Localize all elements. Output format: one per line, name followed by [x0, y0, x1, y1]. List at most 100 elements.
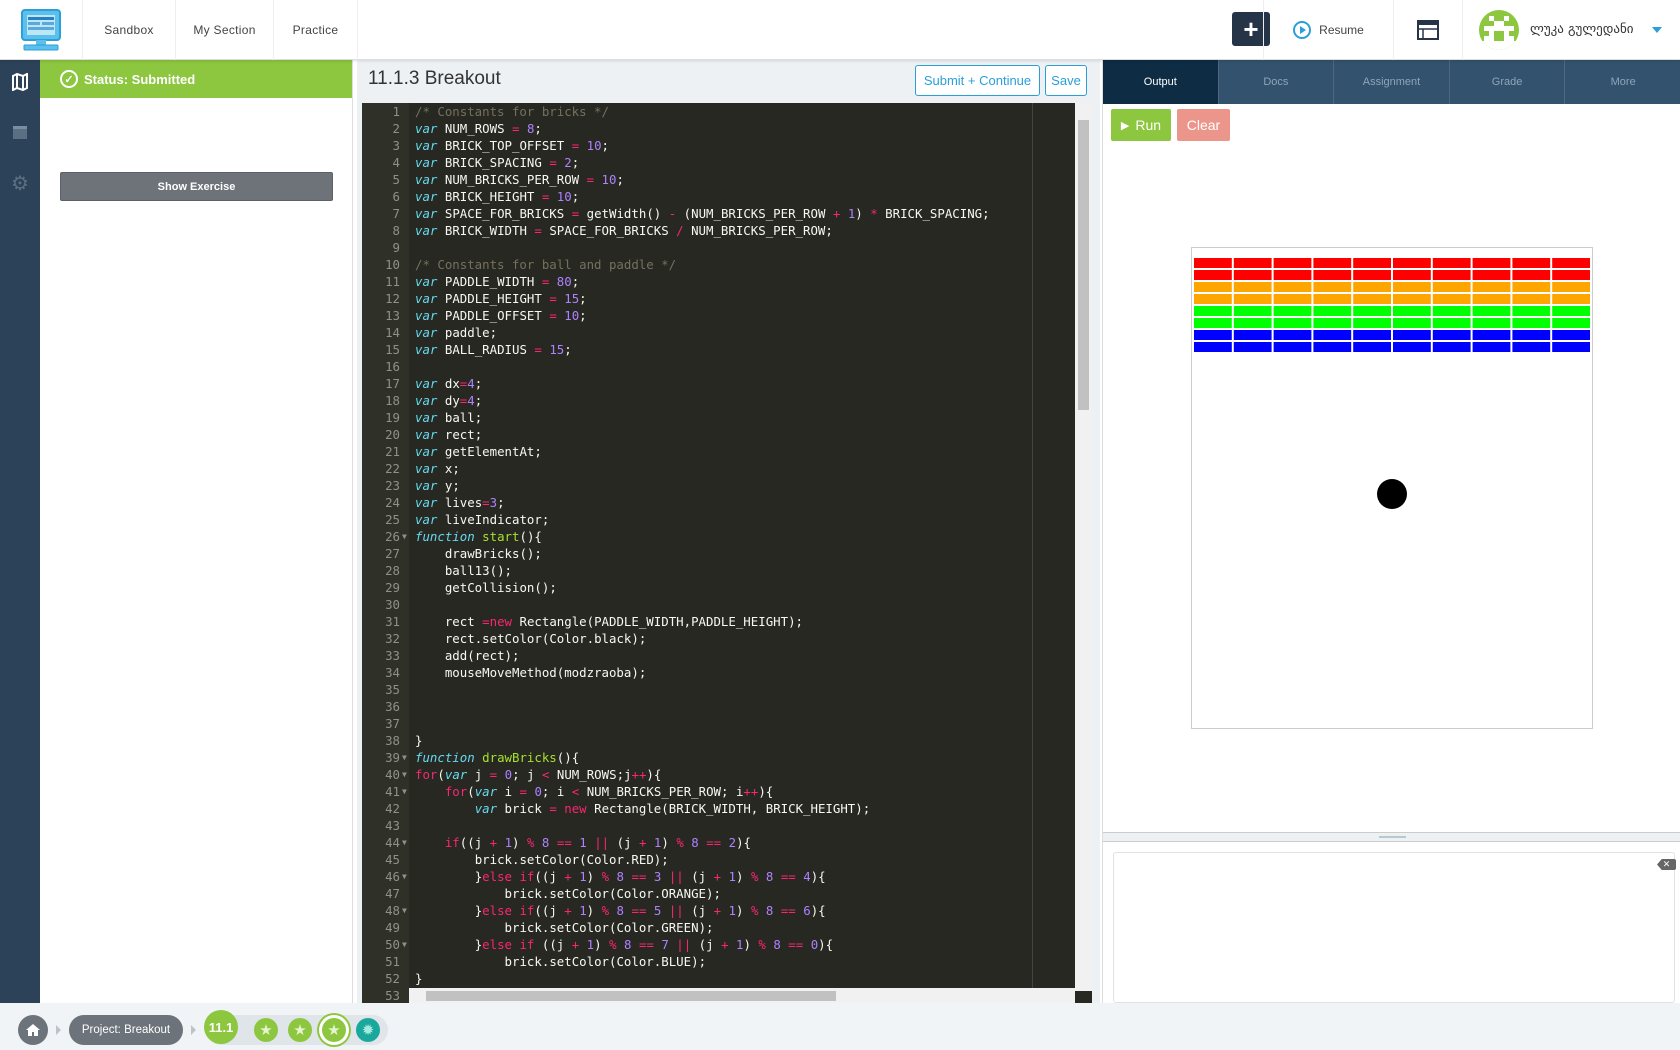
- codehs-logo[interactable]: [18, 8, 64, 52]
- code-line[interactable]: 24 var lives=3;: [362, 494, 1092, 511]
- resize-handle[interactable]: [1103, 832, 1680, 842]
- code-line[interactable]: 34 mouseMoveMethod(modzraoba);: [362, 664, 1092, 681]
- code-line[interactable]: 11 var PADDLE_WIDTH = 80;: [362, 273, 1092, 290]
- resume-button[interactable]: Resume: [1263, 0, 1393, 60]
- badge-icon[interactable]: ✹: [356, 1018, 380, 1042]
- code-line[interactable]: 21 var getElementAt;: [362, 443, 1092, 460]
- code-line[interactable]: 26 ▼ function start(){: [362, 528, 1092, 545]
- code-line[interactable]: 44 ▼ if((j + 1) % 8 == 1 || (j + 1) % 8 =…: [362, 834, 1092, 851]
- nav-my-section[interactable]: My Section: [175, 0, 273, 60]
- code-line[interactable]: 42 var brick = new Rectangle(BRICK_WIDTH…: [362, 800, 1092, 817]
- calendar-icon[interactable]: [10, 122, 30, 142]
- code-line[interactable]: 35: [362, 681, 1092, 698]
- code-line[interactable]: 45 brick.setColor(Color.RED);: [362, 851, 1092, 868]
- code-line[interactable]: 25 var liveIndicator;: [362, 511, 1092, 528]
- code-line[interactable]: 40 ▼ for(var j = 0; j < NUM_ROWS;j++){: [362, 766, 1092, 783]
- submit-continue-button[interactable]: Submit + Continue: [915, 65, 1040, 96]
- window-layout-button[interactable]: [1393, 0, 1463, 60]
- save-button[interactable]: Save: [1045, 65, 1087, 96]
- gear-icon[interactable]: ⚙: [10, 173, 30, 195]
- brick: [1194, 270, 1232, 280]
- avatar[interactable]: [1479, 10, 1519, 50]
- user-name[interactable]: ლუკა გულედანი: [1530, 22, 1634, 37]
- code-line[interactable]: 16: [362, 358, 1092, 375]
- tab-docs[interactable]: Docs: [1219, 60, 1335, 104]
- code-line[interactable]: 2 var NUM_ROWS = 8;: [362, 120, 1092, 137]
- code-line[interactable]: 5 var NUM_BRICKS_PER_ROW = 10;: [362, 171, 1092, 188]
- code-line[interactable]: 14 var paddle;: [362, 324, 1092, 341]
- code-line[interactable]: 33 add(rect);: [362, 647, 1092, 664]
- code-line[interactable]: 19 var ball;: [362, 409, 1092, 426]
- scrollbar-thumb[interactable]: [426, 991, 836, 1001]
- fold-arrow-icon[interactable]: ▼: [402, 766, 407, 783]
- code-line[interactable]: 47 brick.setColor(Color.ORANGE);: [362, 885, 1092, 902]
- code-line[interactable]: 9: [362, 239, 1092, 256]
- code-line[interactable]: 36: [362, 698, 1092, 715]
- code-line[interactable]: 43: [362, 817, 1092, 834]
- code-line[interactable]: 7 var SPACE_FOR_BRICKS = getWidth() - (NU…: [362, 205, 1092, 222]
- code-line[interactable]: 3 var BRICK_TOP_OFFSET = 10;: [362, 137, 1092, 154]
- code-line[interactable]: 39 ▼ function drawBricks(){: [362, 749, 1092, 766]
- scrollbar-thumb[interactable]: [1078, 120, 1089, 410]
- code-line[interactable]: 17 var dx=4;: [362, 375, 1092, 392]
- code-line[interactable]: 38}: [362, 732, 1092, 749]
- code-line[interactable]: 31 rect =new Rectangle(PADDLE_WIDTH,PADD…: [362, 613, 1092, 630]
- code-line[interactable]: 46 ▼ }else if((j + 1) % 8 == 3 || (j + 1)…: [362, 868, 1092, 885]
- code-line[interactable]: 51 brick.setColor(Color.BLUE);: [362, 953, 1092, 970]
- fold-arrow-icon[interactable]: ▼: [402, 902, 407, 919]
- code-line[interactable]: 52}: [362, 970, 1092, 987]
- clear-button[interactable]: Clear: [1177, 109, 1230, 141]
- tab-assignment[interactable]: Assignment: [1334, 60, 1450, 104]
- star-icon[interactable]: ★: [254, 1018, 278, 1042]
- code-line[interactable]: 1 /* Constants for bricks */: [362, 103, 1092, 120]
- map-icon[interactable]: [10, 72, 30, 92]
- vertical-scrollbar[interactable]: [1075, 103, 1092, 991]
- code-line[interactable]: 37: [362, 715, 1092, 732]
- tab-more[interactable]: More: [1565, 60, 1680, 104]
- code-line[interactable]: 4 var BRICK_SPACING = 2;: [362, 154, 1092, 171]
- code-line[interactable]: 23 var y;: [362, 477, 1092, 494]
- code-line[interactable]: 6 var BRICK_HEIGHT = 10;: [362, 188, 1092, 205]
- fold-arrow-icon[interactable]: ▼: [402, 868, 407, 885]
- code-line[interactable]: 48 ▼ }else if((j + 1) % 8 == 5 || (j + 1)…: [362, 902, 1092, 919]
- fold-arrow-icon[interactable]: ▼: [402, 936, 407, 953]
- code-line[interactable]: 13 var PADDLE_OFFSET = 10;: [362, 307, 1092, 324]
- unit-badge[interactable]: 11.1: [204, 1010, 238, 1044]
- code-line[interactable]: 30: [362, 596, 1092, 613]
- code-line[interactable]: 15 var BALL_RADIUS = 15;: [362, 341, 1092, 358]
- star-icon-current[interactable]: ★: [322, 1018, 346, 1042]
- code-line[interactable]: 28 ball13();: [362, 562, 1092, 579]
- code-area[interactable]: 1 /* Constants for bricks */ 2 var NUM_ROWS…: [362, 103, 1092, 1003]
- code-line[interactable]: 41 ▼ for(var i = 0; i < NUM_BRICKS_PER_RO…: [362, 783, 1092, 800]
- code-line[interactable]: 22 var x;: [362, 460, 1092, 477]
- code-line[interactable]: 18 var dy=4;: [362, 392, 1092, 409]
- project-breadcrumb[interactable]: Project: Breakout: [69, 1015, 183, 1045]
- chevron-down-icon[interactable]: [1652, 27, 1662, 33]
- nav-practice[interactable]: Practice: [273, 0, 358, 60]
- home-button[interactable]: [18, 1015, 48, 1045]
- line-number: 2: [392, 121, 400, 136]
- code-line[interactable]: 20 var rect;: [362, 426, 1092, 443]
- nav-sandbox[interactable]: Sandbox: [82, 0, 175, 60]
- tab-grade[interactable]: Grade: [1450, 60, 1566, 104]
- code-line[interactable]: 32 rect.setColor(Color.black);: [362, 630, 1092, 647]
- fold-arrow-icon[interactable]: ▼: [402, 834, 407, 851]
- fold-arrow-icon[interactable]: ▼: [402, 528, 407, 545]
- fold-arrow-icon[interactable]: ▼: [402, 783, 407, 800]
- code-line[interactable]: 27 drawBricks();: [362, 545, 1092, 562]
- fold-arrow-icon[interactable]: ▼: [402, 749, 407, 766]
- code-line[interactable]: 29 getCollision();: [362, 579, 1092, 596]
- tab-output[interactable]: Output: [1103, 60, 1219, 104]
- code-line[interactable]: 10 /* Constants for ball and paddle */: [362, 256, 1092, 273]
- brick: [1552, 306, 1590, 316]
- code-line[interactable]: 50 ▼ }else if ((j + 1) % 8 == 7 || (j + 1…: [362, 936, 1092, 953]
- output-canvas[interactable]: [1191, 247, 1593, 729]
- code-line[interactable]: 12 var PADDLE_HEIGHT = 15;: [362, 290, 1092, 307]
- code-line[interactable]: 49 brick.setColor(Color.GREEN);: [362, 919, 1092, 936]
- show-exercise-button[interactable]: Show Exercise: [60, 172, 333, 201]
- horizontal-scrollbar[interactable]: [409, 988, 1075, 1003]
- star-icon[interactable]: ★: [288, 1018, 312, 1042]
- code-line[interactable]: 8 var BRICK_WIDTH = SPACE_FOR_BRICKS / NU…: [362, 222, 1092, 239]
- clear-console-icon[interactable]: ✕: [1657, 859, 1676, 870]
- run-button[interactable]: ▶ Run: [1111, 109, 1171, 141]
